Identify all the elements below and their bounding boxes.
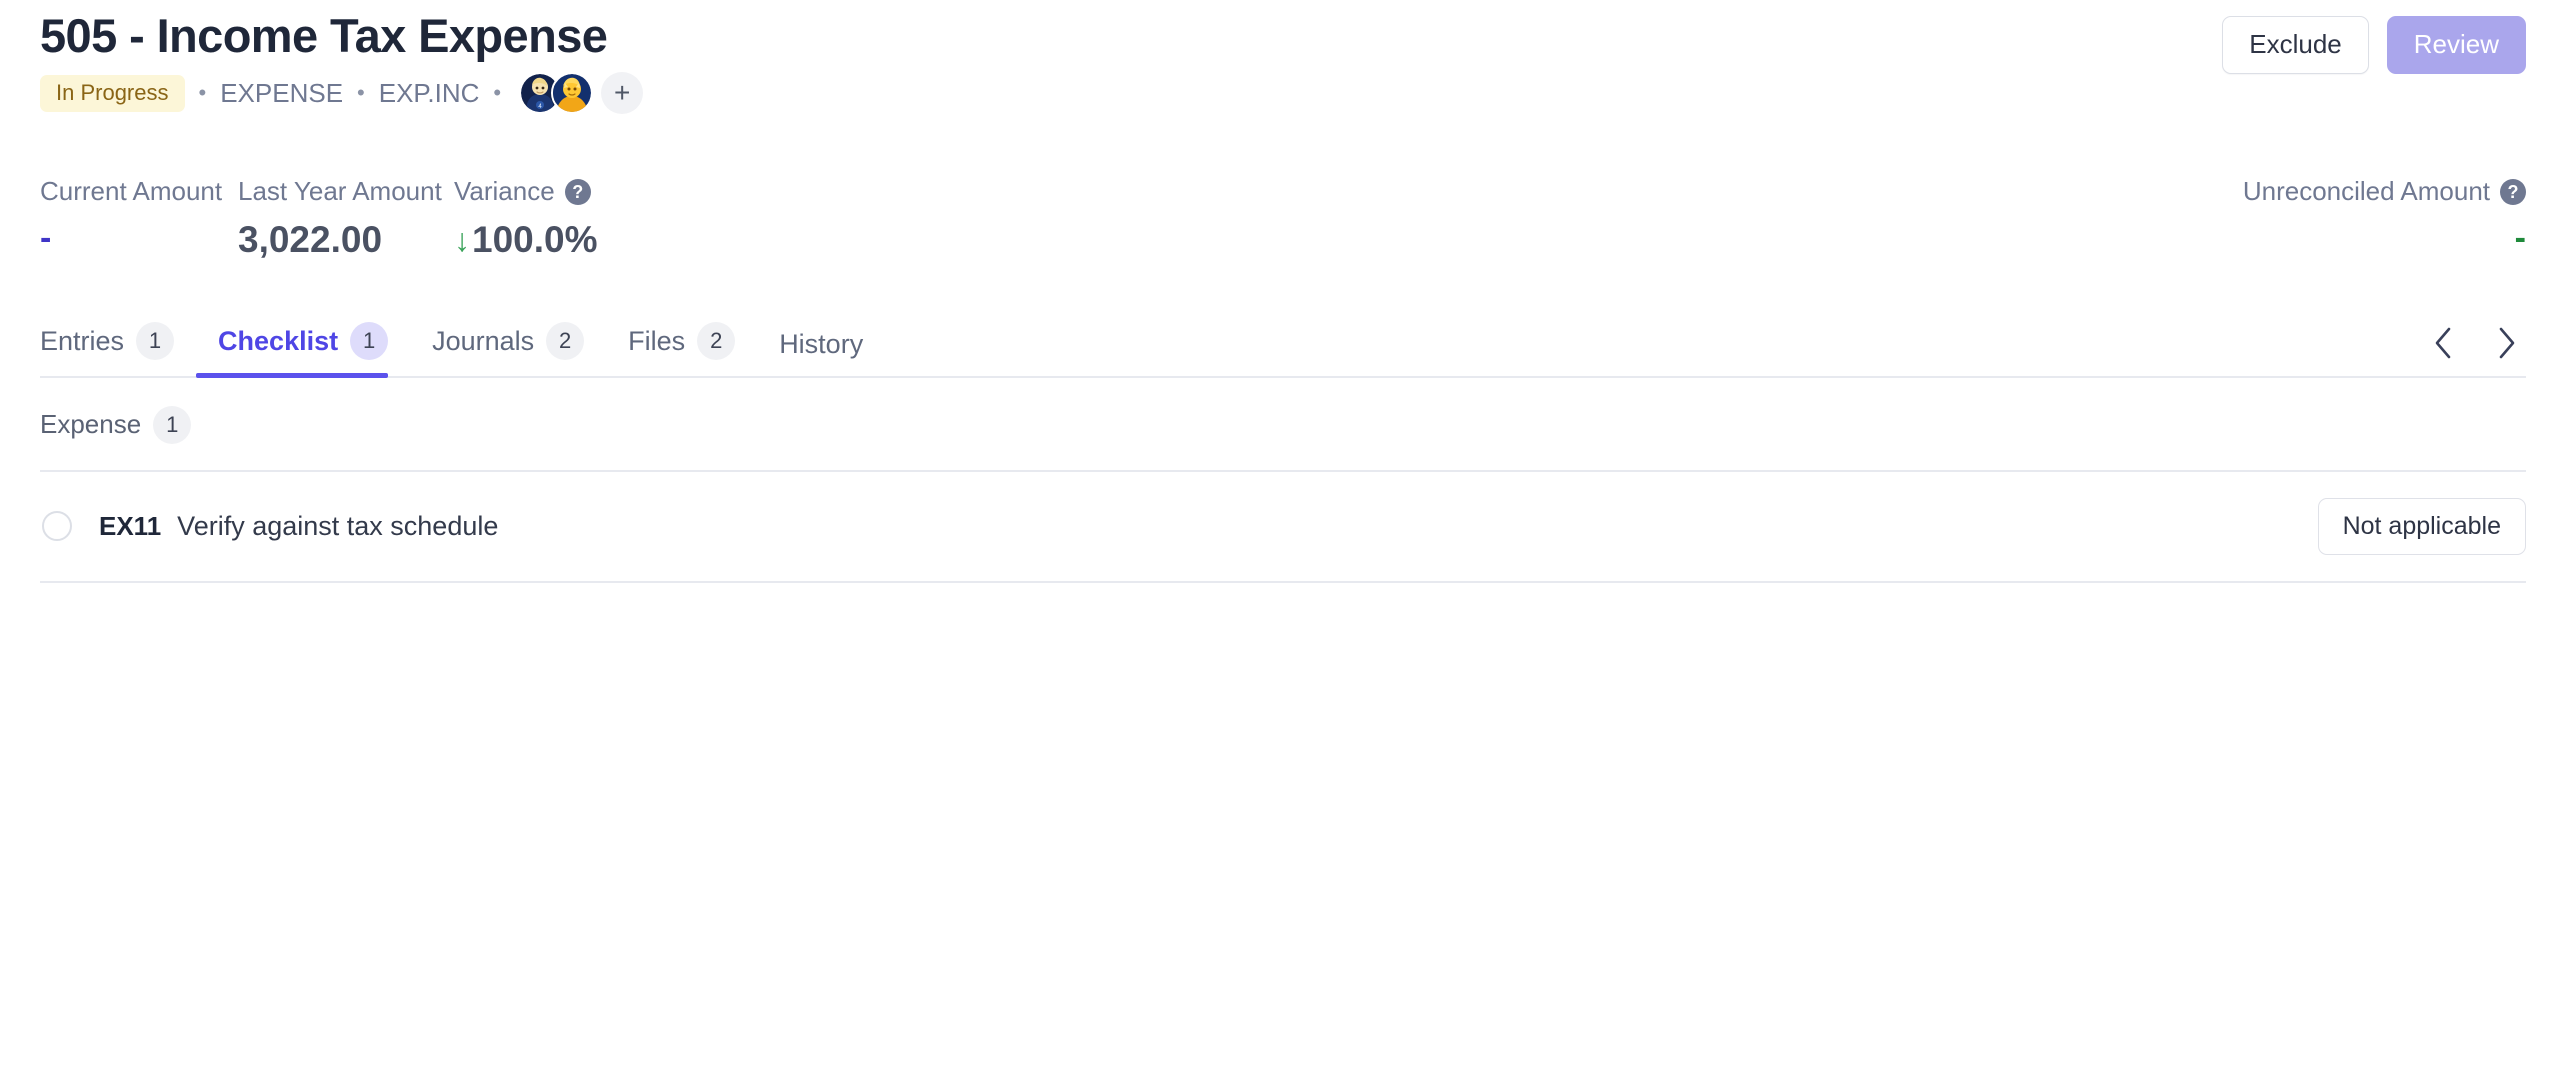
tab-checklist[interactable]: Checklist 1: [196, 322, 410, 379]
tab-entries[interactable]: Entries 1: [40, 322, 196, 376]
chevron-left-icon[interactable]: [2424, 324, 2462, 362]
tab-journals-label: Journals: [432, 325, 535, 356]
chevron-right-icon[interactable]: [2488, 324, 2526, 362]
kpi-current-amount-value: -: [40, 218, 52, 257]
tab-list: Entries 1 Checklist 1 Journals 2 Files 2…: [40, 322, 885, 379]
kpi-unreconciled-amount-value: -: [2514, 218, 2526, 257]
review-button[interactable]: Review: [2386, 16, 2526, 74]
kpi-current-amount: Current Amount -: [40, 176, 238, 258]
kpi-variance: Variance ? ↓ 100.0%: [454, 176, 754, 262]
page-title: 505 - Income Tax Expense: [40, 9, 608, 62]
kpi-last-year-amount: Last Year Amount 3,022.00: [238, 176, 454, 262]
assignee-avatar-2[interactable]: [551, 72, 594, 115]
meta-category: EXPENSE: [220, 77, 344, 108]
checklist-item-code: EX11: [99, 510, 162, 541]
unreconciled-help-icon[interactable]: ?: [2500, 179, 2526, 206]
tab-journals[interactable]: Journals 2: [410, 322, 606, 376]
kpi-variance-label: Variance ?: [454, 176, 754, 207]
kpi-unreconciled-amount-label: Unreconciled Amount ?: [2243, 176, 2526, 207]
tab-files[interactable]: Files 2: [606, 322, 757, 376]
meta-separator-2: •: [357, 80, 365, 106]
checklist-item-checkbox[interactable]: [42, 511, 72, 542]
account-detail-page: 505 - Income Tax Expense In Progress • E…: [0, 0, 2566, 1072]
kpi-unreconciled-label-text: Unreconciled Amount: [2242, 176, 2490, 207]
meta-separator-1: •: [198, 80, 207, 106]
not-applicable-button[interactable]: Not applicable: [2317, 498, 2526, 555]
tab-bar: Entries 1 Checklist 1 Journals 2 Files 2…: [40, 322, 2526, 379]
add-assignee-button[interactable]: +: [601, 72, 644, 115]
kpi-variance-label-text: Variance: [454, 176, 555, 207]
kpi-variance-value-text: 100.0%: [472, 218, 598, 260]
tab-files-count: 2: [697, 322, 736, 361]
checklist-group-count: 1: [153, 406, 192, 445]
tab-entries-count: 1: [136, 322, 175, 361]
page-header: 505 - Income Tax Expense In Progress • E…: [40, 0, 2526, 115]
header-left: 505 - Income Tax Expense In Progress • E…: [40, 8, 644, 115]
kpi-last-year-amount-value: 3,022.00: [238, 218, 383, 260]
tab-files-label: Files: [628, 325, 686, 356]
assignee-avatars: 4 +: [519, 72, 644, 115]
checklist-item-action: Not applicable: [2317, 498, 2526, 555]
checklist-item-row: EX11 Verify against tax schedule Not app…: [40, 472, 2526, 583]
kpi-current-amount-label: Current Amount: [40, 176, 223, 207]
kpi-last-year-amount-label: Last Year Amount: [238, 176, 442, 207]
variance-help-icon[interactable]: ?: [564, 179, 591, 206]
tab-history-label: History: [779, 328, 864, 359]
tab-journals-count: 2: [546, 322, 585, 361]
kpi-row: Current Amount - Last Year Amount 3,022.…: [40, 176, 2526, 262]
tab-entries-label: Entries: [40, 325, 125, 356]
header-meta-row: In Progress • EXPENSE • EXP.INC • 4 +: [40, 72, 644, 115]
checklist-group-header: Expense 1: [40, 378, 2526, 473]
tab-navigation: [2424, 324, 2526, 376]
tab-checklist-label: Checklist: [218, 325, 339, 356]
exclude-button[interactable]: Exclude: [2222, 16, 2369, 74]
meta-separator-3: •: [493, 80, 502, 106]
tab-checklist-count: 1: [350, 322, 389, 361]
meta-account-code: EXP.INC: [378, 77, 480, 108]
trend-down-icon: ↓: [454, 221, 470, 258]
tab-history[interactable]: History: [757, 328, 885, 376]
checklist-item-text: Verify against tax schedule: [177, 510, 499, 541]
header-actions: Exclude Review: [2222, 8, 2526, 74]
kpi-unreconciled-amount: Unreconciled Amount ? -: [2243, 176, 2526, 258]
status-badge[interactable]: In Progress: [40, 74, 185, 113]
kpi-variance-value: ↓ 100.0%: [454, 218, 754, 262]
checklist-panel: Expense 1 EX11 Verify against tax schedu…: [40, 378, 2526, 583]
checklist-group-label: Expense: [40, 409, 142, 440]
